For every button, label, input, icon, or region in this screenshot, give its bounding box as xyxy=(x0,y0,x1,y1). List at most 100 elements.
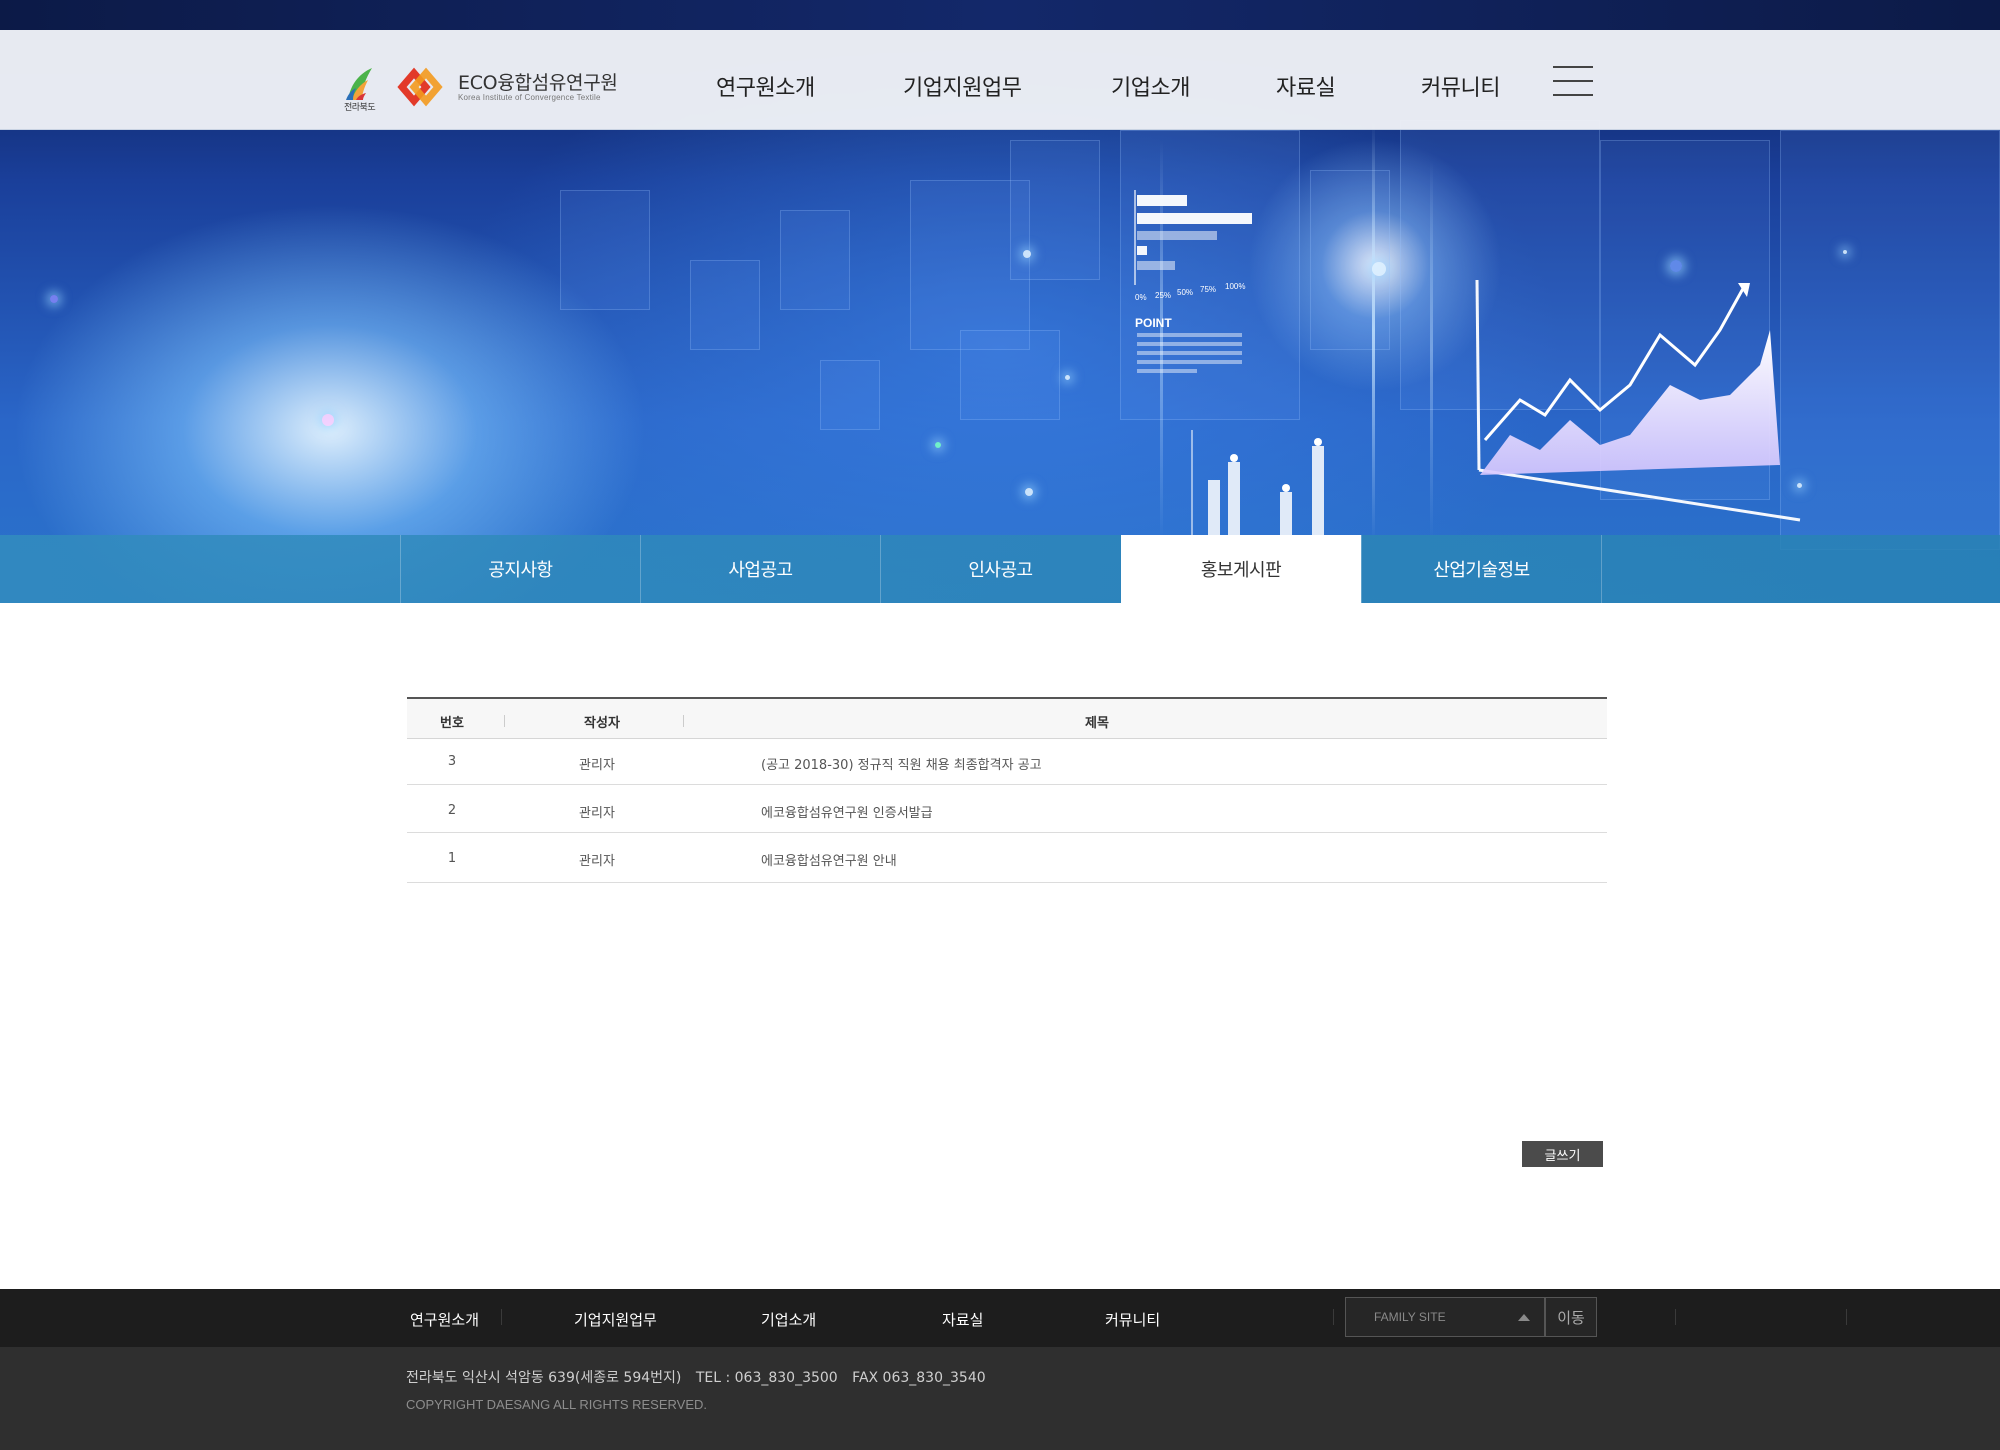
hero-panel xyxy=(1310,170,1390,350)
hero-panel xyxy=(820,360,880,430)
family-site-go-button[interactable]: 이동 xyxy=(1545,1297,1597,1337)
graphic-tick: 25% xyxy=(1155,291,1171,300)
logo-subtitle: Korea Institute of Convergence Textile xyxy=(458,93,601,102)
spark xyxy=(1025,488,1033,496)
spark xyxy=(50,295,58,303)
graphic-bar xyxy=(1137,195,1187,206)
hero-panel xyxy=(560,190,650,310)
graphic-tick: 50% xyxy=(1177,288,1193,297)
row-author: 관리자 xyxy=(579,758,615,773)
footer-divider xyxy=(1675,1309,1676,1325)
caret-up-icon xyxy=(1518,1314,1530,1321)
graphic-tick: 0% xyxy=(1135,293,1147,302)
row-number: 1 xyxy=(447,851,457,866)
nav-item-institute[interactable]: 연구원소개 xyxy=(716,70,815,102)
row-title-link[interactable]: (공고 2018-30) 정규직 직원 채용 최종합격자 공고 xyxy=(761,754,1042,773)
row-author: 관리자 xyxy=(579,854,615,869)
hero-panel xyxy=(780,210,850,310)
row-title-link[interactable]: 에코융합섬유연구원 안내 xyxy=(761,850,897,869)
footer-nav-companies[interactable]: 기업소개 xyxy=(761,1309,816,1330)
graphic-text-line xyxy=(1137,360,1242,364)
spark xyxy=(935,442,941,448)
nav-item-companies[interactable]: 기업소개 xyxy=(1111,70,1190,102)
graphic-text-line xyxy=(1137,342,1242,346)
hero-line-graphic xyxy=(1475,279,1801,522)
graphic-axis xyxy=(1478,468,1801,522)
column-divider xyxy=(504,715,505,727)
graphic-dot xyxy=(1282,484,1290,492)
column-header-number: 번호 xyxy=(440,716,464,731)
footer-fax: FAX 063_830_3540 xyxy=(852,1370,986,1386)
footer-tel: TEL : 063_830_3500 xyxy=(695,1370,838,1386)
family-site-select[interactable]: FAMILY SITE xyxy=(1345,1297,1545,1337)
graphic-column xyxy=(1312,446,1324,535)
footer-address: 전라북도 익산시 석암동 639(세종로 594번지) xyxy=(406,1370,682,1386)
row-author: 관리자 xyxy=(579,806,615,821)
menu-hamburger-icon[interactable] xyxy=(1553,66,1593,96)
footer-nav-institute[interactable]: 연구원소개 xyxy=(410,1309,479,1330)
tab-promotion[interactable]: 홍보게시판 xyxy=(1121,535,1361,603)
footer-divider xyxy=(1846,1309,1847,1325)
hero-panel xyxy=(1010,140,1100,280)
row-title-link[interactable]: 에코융합섬유연구원 인증서발급 xyxy=(761,802,933,821)
graphic-text-line xyxy=(1137,351,1242,355)
graphic-bar xyxy=(1137,213,1252,224)
hero-bar-graphic: 0% 25% 50% 75% 100% POINT xyxy=(1134,190,1252,373)
nav-item-archive[interactable]: 자료실 xyxy=(1276,70,1336,102)
graphic-column xyxy=(1208,480,1220,535)
family-site-label: FAMILY SITE xyxy=(1374,1310,1446,1324)
eco-logo-mark-icon xyxy=(397,67,443,107)
column-divider xyxy=(683,715,684,727)
logo-region-text: 전라북도 xyxy=(344,103,376,113)
footer-nav-support[interactable]: 기업지원업무 xyxy=(574,1309,657,1330)
table-row[interactable]: 3 관리자 (공고 2018-30) 정규직 직원 채용 최종합격자 공고 xyxy=(407,739,1607,785)
tab-business[interactable]: 사업공고 xyxy=(640,535,880,603)
footer-nav-archive[interactable]: 자료실 xyxy=(942,1309,983,1330)
graphic-point-label: POINT xyxy=(1135,316,1172,330)
graphic-bar xyxy=(1137,231,1217,240)
footer-nav: 연구원소개 기업지원업무 기업소개 자료실 커뮤니티 FAMILY SITE 이… xyxy=(0,1289,2000,1347)
hero-panel xyxy=(960,330,1060,420)
nav-item-support[interactable]: 기업지원업무 xyxy=(903,70,1022,102)
graphic-text-line xyxy=(1137,333,1242,337)
row-number: 3 xyxy=(447,754,457,769)
hero-column-graphic xyxy=(1191,430,1324,535)
footer-divider xyxy=(1333,1309,1334,1325)
graphic-bar xyxy=(1137,246,1147,255)
spark xyxy=(322,414,334,426)
spark xyxy=(1843,250,1847,254)
graphic-tick: 100% xyxy=(1225,282,1245,291)
board-header-row: 번호 작성자 제목 xyxy=(407,697,1607,739)
spark xyxy=(1065,375,1070,380)
table-row[interactable]: 1 관리자 에코융합섬유연구원 안내 xyxy=(407,833,1607,883)
tab-notice[interactable]: 공지사항 xyxy=(400,535,640,603)
graphic-axis xyxy=(1475,279,1481,471)
nav-item-community[interactable]: 커뮤니티 xyxy=(1421,70,1500,102)
graphic-tick: 75% xyxy=(1200,285,1216,294)
light-beam xyxy=(1372,120,1375,540)
write-button[interactable]: 글쓰기 xyxy=(1522,1141,1603,1167)
spark xyxy=(1670,260,1682,272)
graphic-column xyxy=(1228,462,1240,535)
footer-address-line: 전라북도 익산시 석암동 639(세종로 594번지) TEL : 063_83… xyxy=(406,1367,996,1387)
spark xyxy=(1372,262,1386,276)
hero-panel xyxy=(1780,130,2000,550)
graphic-column xyxy=(1280,492,1292,535)
logo-title: ECO융합섬유연구원 xyxy=(458,72,618,94)
row-number: 2 xyxy=(447,803,457,818)
tab-hr[interactable]: 인사공고 xyxy=(880,535,1120,603)
hero-panel xyxy=(690,260,760,350)
site-logo[interactable]: 전라북도 ECO융합섬유연구원 Korea Institute of Conve… xyxy=(344,66,618,116)
footer-nav-community[interactable]: 커뮤니티 xyxy=(1105,1309,1160,1330)
light-beam xyxy=(1430,160,1433,540)
column-header-title: 제목 xyxy=(1085,716,1109,731)
footer-info: 전라북도 익산시 석암동 639(세종로 594번지) TEL : 063_83… xyxy=(0,1347,2000,1450)
graphic-text-line xyxy=(1137,369,1197,373)
top-strip xyxy=(0,0,2000,30)
table-row[interactable]: 2 관리자 에코융합섬유연구원 인증서발급 xyxy=(407,785,1607,833)
footer-copyright: COPYRIGHT DAESANG ALL RIGHTS RESERVED. xyxy=(406,1397,708,1412)
column-header-author: 작성자 xyxy=(584,716,620,731)
graphic-dot xyxy=(1314,438,1322,446)
tab-industry-tech[interactable]: 산업기술정보 xyxy=(1361,535,1601,603)
footer-divider xyxy=(501,1309,502,1325)
